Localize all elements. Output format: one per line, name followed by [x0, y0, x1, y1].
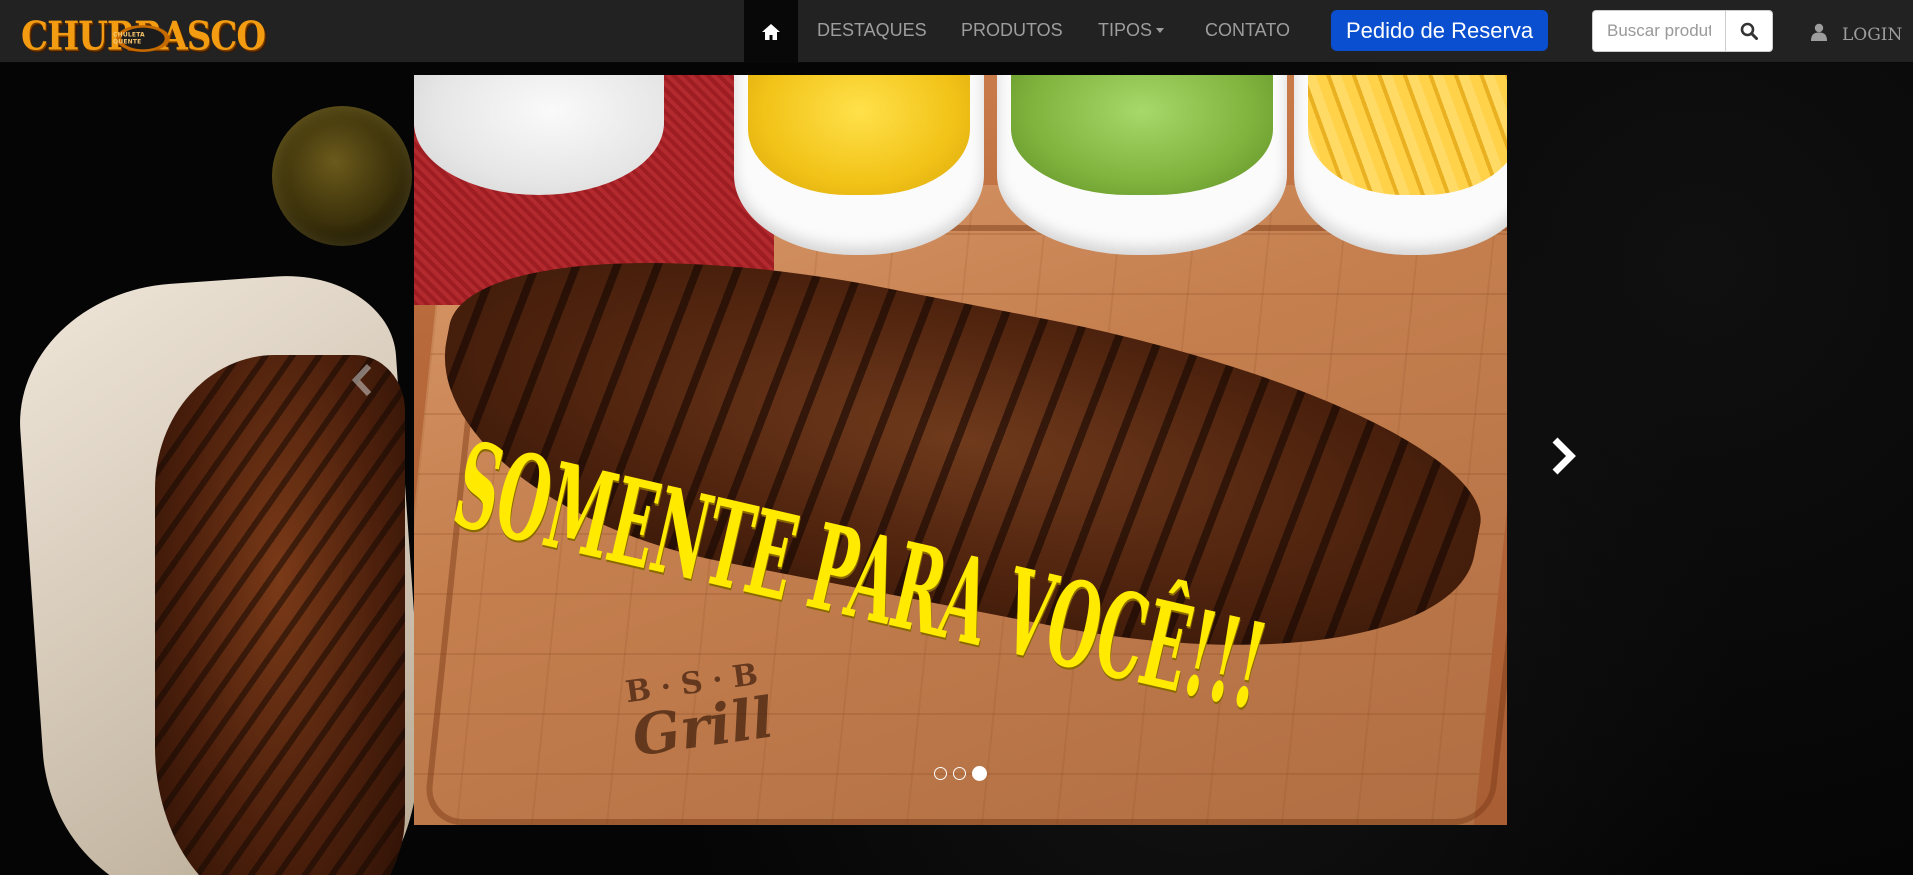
- bowl-farofa-image: [734, 75, 984, 255]
- nav-contato[interactable]: CONTATO: [1205, 0, 1290, 63]
- chevron-left-icon: [351, 363, 372, 397]
- search-input[interactable]: [1592, 10, 1725, 52]
- nav-produtos[interactable]: PRODUTOS: [961, 0, 1063, 63]
- chevron-right-icon: [1552, 437, 1576, 475]
- logo[interactable]: CHUR RASCO CHULETA QUENTE: [21, 14, 266, 60]
- oil-jar-image: [272, 106, 412, 246]
- nav-tipos[interactable]: TIPOS: [1098, 0, 1165, 63]
- search-icon: [1740, 22, 1758, 40]
- top-navbar: CHUR RASCO CHULETA QUENTE DESTAQUES PROD…: [0, 0, 1913, 63]
- steak-image: [155, 355, 405, 875]
- nav-home[interactable]: [744, 0, 798, 63]
- carousel-indicators: [934, 765, 987, 781]
- carousel-next[interactable]: [1545, 434, 1581, 478]
- carousel-indicator[interactable]: [934, 766, 947, 780]
- login-link[interactable]: LOGIN: [1810, 0, 1902, 63]
- carousel-slide: B·S·B Grill SOMENTE PARA VOCÊ!!!: [414, 75, 1507, 825]
- search-button[interactable]: [1725, 10, 1773, 52]
- bowl-rice-image: [997, 75, 1287, 255]
- nav-destaques[interactable]: DESTAQUES: [817, 0, 927, 63]
- reserve-button[interactable]: Pedido de Reserva: [1331, 10, 1548, 51]
- bowl-fries-image: [1294, 75, 1507, 255]
- logo-badge: CHULETA QUENTE: [113, 23, 173, 54]
- home-icon: [762, 23, 780, 40]
- nav-tipos-label: TIPOS: [1098, 20, 1153, 40]
- caret-down-icon: [1156, 27, 1165, 33]
- carousel-indicator[interactable]: [953, 766, 966, 780]
- logo-badge-text: CHULETA QUENTE: [113, 31, 145, 46]
- carousel-prev[interactable]: [347, 360, 377, 400]
- carousel-indicator-active[interactable]: [972, 765, 987, 781]
- login-label: LOGIN: [1842, 24, 1903, 45]
- user-icon: [1811, 23, 1827, 41]
